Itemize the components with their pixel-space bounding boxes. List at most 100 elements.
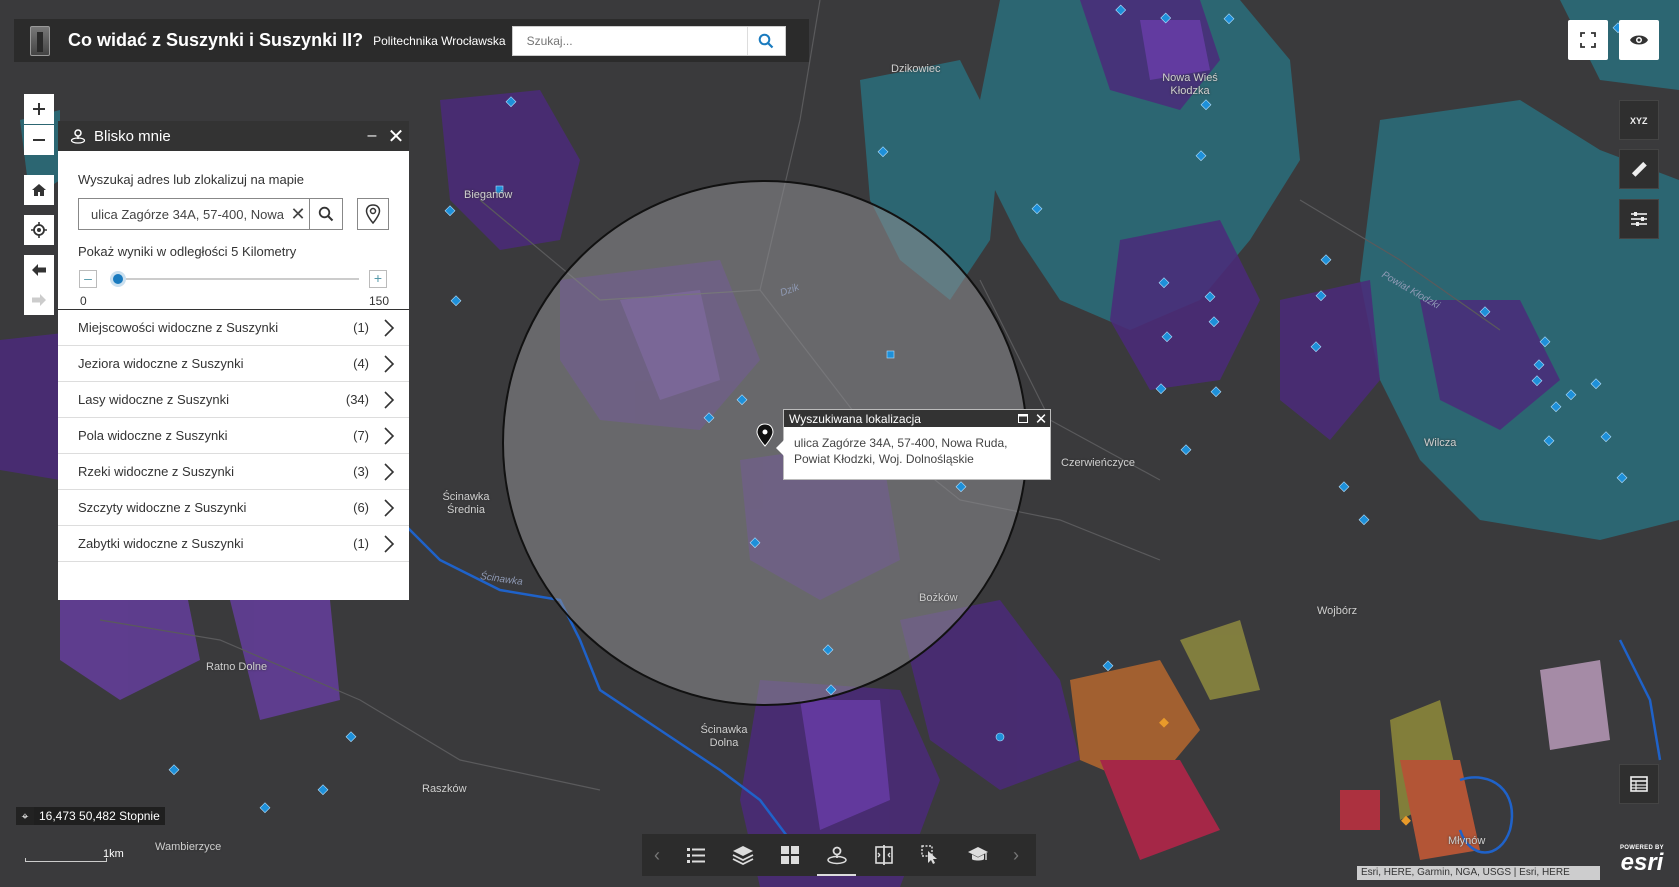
sliders-icon <box>1631 212 1647 226</box>
home-icon <box>32 184 46 196</box>
select-cursor-icon <box>920 845 937 864</box>
basemap-gallery-button[interactable] <box>766 834 813 876</box>
category-name: Jeziora widoczne z Suszynki <box>78 356 244 371</box>
nearby-button[interactable] <box>813 834 860 876</box>
measure-button[interactable] <box>1619 149 1659 189</box>
app-header: Co widać z Suszynki i Suszynki II? Polit… <box>14 19 809 62</box>
nearby-icon <box>70 129 86 144</box>
grid-icon <box>780 846 799 864</box>
category-count: (6) <box>353 500 369 515</box>
xyz-icon: XYZ <box>1630 116 1648 126</box>
category-count: (3) <box>353 464 369 479</box>
select-button[interactable] <box>907 834 954 876</box>
graduation-cap-icon <box>967 847 988 861</box>
chevron-right-icon <box>369 534 409 554</box>
category-count: (34) <box>345 392 369 407</box>
category-name: Miejscowości widoczne z Suszynki <box>78 320 279 335</box>
nearby-panel: Blisko mnie – ✕ Wyszukaj adres lub zloka… <box>58 121 409 600</box>
header-search-input[interactable] <box>512 26 747 55</box>
widget-toolbar: ‹ › <box>642 834 1036 876</box>
category-count: (1) <box>353 536 369 551</box>
panel-title: Blisko mnie <box>94 127 171 145</box>
location-popup: Wyszukiwana lokalizacja ✕ ulica Zagórze … <box>776 409 1051 480</box>
table-icon <box>1630 776 1648 792</box>
app-subtitle: Politechnika Wrocławska <box>373 33 506 48</box>
slider-thumb[interactable] <box>110 271 127 287</box>
place-label: Bożków <box>919 592 958 604</box>
about-button[interactable] <box>954 834 1001 876</box>
category-row[interactable]: Rzeki widoczne z Suszynki (3) <box>58 454 409 490</box>
locate-button[interactable] <box>24 215 54 245</box>
slider-decrease-button[interactable]: – <box>79 270 97 288</box>
filter-button[interactable] <box>1619 199 1659 239</box>
category-row[interactable]: Miejscowości widoczne z Suszynki (1) <box>58 310 409 346</box>
arrow-right-icon <box>32 294 46 306</box>
popup-close-button[interactable]: ✕ <box>1032 410 1050 428</box>
category-count: (1) <box>353 320 369 335</box>
toolbar-prev-button[interactable]: ‹ <box>642 834 672 876</box>
chevron-right-icon <box>369 498 409 518</box>
popup-content: ulica Zagórze 34A, 57-400, Nowa Ruda, Po… <box>794 436 1008 466</box>
esri-logo-text: esri <box>1620 849 1664 876</box>
category-name: Szczyty widoczne z Suszynki <box>78 500 247 515</box>
layers-icon <box>732 846 753 865</box>
layers-button[interactable] <box>719 834 766 876</box>
place-label: Młynów <box>1448 835 1486 847</box>
category-count: (7) <box>353 428 369 443</box>
attribute-table-button[interactable] <box>1619 764 1659 804</box>
clear-icon[interactable]: ✕ <box>287 204 309 225</box>
next-extent-button[interactable] <box>24 285 54 315</box>
list-icon <box>686 848 705 863</box>
search-icon <box>318 206 334 222</box>
eye-icon <box>1630 35 1648 45</box>
fullscreen-icon <box>1580 32 1596 48</box>
chevron-right-icon <box>369 318 409 338</box>
address-search-button[interactable] <box>310 198 343 230</box>
chevron-right-icon <box>369 462 409 482</box>
distance-slider[interactable]: – + <box>78 267 389 293</box>
category-row[interactable]: Pola widoczne z Suszynki (7) <box>58 418 409 454</box>
category-row[interactable]: Jeziora widoczne z Suszynki (4) <box>58 346 409 382</box>
app-logo <box>30 25 50 56</box>
place-label: Wojbórz <box>1317 605 1358 617</box>
category-row[interactable]: Szczyty widoczne z Suszynki (6) <box>58 490 409 526</box>
minus-icon <box>33 139 45 141</box>
panel-close-button[interactable]: ✕ <box>383 124 409 149</box>
maximize-icon <box>1018 413 1028 423</box>
category-name: Rzeki widoczne z Suszynki <box>78 464 235 479</box>
zoom-out-button[interactable] <box>24 125 54 155</box>
category-name: Lasy widoczne z Suszynki <box>78 392 230 407</box>
pick-location-button[interactable] <box>357 198 389 230</box>
popup-maximize-button[interactable] <box>1014 412 1032 426</box>
category-count: (4) <box>353 356 369 371</box>
address-search-input[interactable]: ulica Zagórze 34A, 57-400, Nowa Ruda ✕ <box>78 198 310 230</box>
header-search <box>511 25 786 56</box>
slider-increase-button[interactable]: + <box>369 270 387 288</box>
svg-text:XYZ: XYZ <box>1630 116 1648 126</box>
arrow-left-icon <box>32 264 46 276</box>
search-label: Wyszukaj adres lub zlokalizuj na mapie <box>78 172 305 187</box>
place-label: Raszków <box>422 783 467 795</box>
nearby-icon <box>826 846 847 865</box>
zoom-in-button[interactable] <box>24 94 54 124</box>
swipe-icon <box>874 845 893 865</box>
previous-extent-button[interactable] <box>24 255 54 285</box>
swipe-button[interactable] <box>860 834 907 876</box>
popup-header: Wyszukiwana lokalizacja ✕ <box>784 410 1050 428</box>
category-row[interactable]: Lasy widoczne z Suszynki (34) <box>58 382 409 418</box>
header-search-button[interactable] <box>746 26 785 55</box>
legend-button[interactable] <box>672 834 719 876</box>
coordinate-tool-button[interactable]: XYZ <box>1619 100 1659 140</box>
esri-logo[interactable]: POWERED BY esri <box>1613 845 1671 881</box>
chevron-right-icon <box>369 426 409 446</box>
crosshair-icon[interactable]: ⌖ <box>16 807 34 825</box>
home-button[interactable] <box>24 175 54 205</box>
visibility-button[interactable] <box>1619 20 1659 60</box>
fullscreen-button[interactable] <box>1568 20 1608 60</box>
panel-header: Blisko mnie – ✕ <box>58 121 409 151</box>
toolbar-next-button[interactable]: › <box>1001 834 1031 876</box>
panel-minimize-button[interactable]: – <box>361 127 383 145</box>
category-list: Miejscowości widoczne z Suszynki (1) Jezio… <box>58 309 409 562</box>
category-row[interactable]: Zabytki widoczne z Suszynki (1) <box>58 526 409 562</box>
slider-track[interactable] <box>110 271 359 287</box>
